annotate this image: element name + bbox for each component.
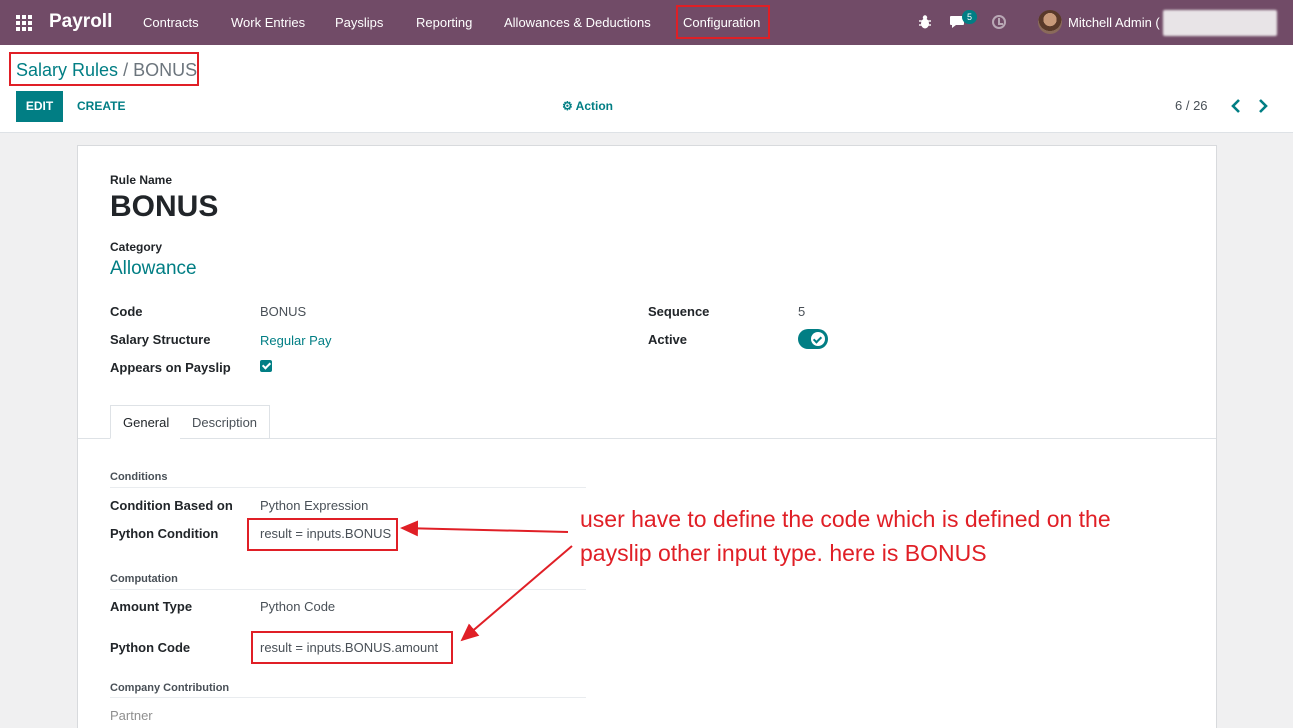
code-label: Code bbox=[110, 304, 143, 319]
create-button[interactable]: CREATE bbox=[77, 99, 125, 113]
company-contribution-heading: Company Contribution bbox=[110, 682, 230, 694]
section-divider bbox=[110, 487, 586, 488]
python-code-highlight-box bbox=[251, 631, 453, 664]
condition-based-value: Python Expression bbox=[260, 498, 369, 513]
active-label: Active bbox=[648, 332, 688, 347]
category-label: Category bbox=[110, 240, 163, 254]
amount-type-value: Python Code bbox=[260, 599, 336, 614]
partner-label: Partner bbox=[110, 708, 153, 723]
code-value: BONUS bbox=[260, 304, 307, 319]
message-count-badge: 5 bbox=[962, 10, 977, 24]
appears-on-payslip-checkbox[interactable] bbox=[260, 360, 272, 372]
action-label: Action bbox=[575, 99, 613, 113]
annotation-line-1: user have to define the code which is de… bbox=[580, 506, 1111, 532]
menu-allowances-deductions[interactable]: Allowances & Deductions bbox=[504, 15, 651, 30]
python-code-label: Python Code bbox=[110, 640, 191, 655]
app-brand[interactable]: Payroll bbox=[49, 11, 112, 33]
control-panel: Salary Rules / BONUS EDIT CREATE ⚙ Actio… bbox=[0, 45, 1293, 133]
sequence-value: 5 bbox=[798, 304, 806, 319]
computation-heading: Computation bbox=[110, 573, 178, 585]
menu-reporting[interactable]: Reporting bbox=[416, 15, 472, 30]
action-menu-button[interactable]: ⚙ Action bbox=[562, 99, 613, 113]
section-divider bbox=[110, 589, 586, 590]
pager-value[interactable]: 6 / 26 bbox=[1175, 98, 1208, 113]
conditions-heading: Conditions bbox=[110, 471, 168, 483]
chevron-right-icon[interactable] bbox=[1256, 98, 1270, 114]
python-condition-label: Python Condition bbox=[110, 526, 219, 541]
form-sheet: Rule Name BONUS Category Allowance Code … bbox=[77, 145, 1217, 728]
menu-payslips[interactable]: Payslips bbox=[335, 15, 383, 30]
top-navbar: Payroll Contracts Work Entries Payslips … bbox=[0, 0, 1293, 45]
python-condition-highlight-box bbox=[247, 518, 398, 551]
breadcrumb-salary-rules[interactable]: Salary Rules bbox=[16, 60, 118, 80]
rule-name-label: Rule Name bbox=[110, 173, 173, 187]
activity-clock-icon[interactable] bbox=[992, 15, 1006, 29]
amount-type-label: Amount Type bbox=[110, 599, 193, 614]
gear-icon: ⚙ bbox=[562, 99, 573, 113]
tab-description[interactable]: Description bbox=[180, 405, 271, 439]
appears-on-payslip-label: Appears on Payslip bbox=[110, 360, 231, 375]
breadcrumb-separator: / bbox=[123, 60, 129, 80]
active-toggle[interactable] bbox=[798, 329, 828, 349]
debug-bug-icon[interactable] bbox=[918, 14, 932, 30]
avatar[interactable] bbox=[1038, 10, 1062, 34]
salary-structure-value[interactable]: Regular Pay bbox=[260, 333, 332, 348]
section-divider bbox=[110, 697, 586, 698]
redacted-company-name bbox=[1163, 10, 1277, 36]
rule-name-value: BONUS bbox=[110, 190, 219, 223]
breadcrumb: Salary Rules / BONUS bbox=[16, 60, 197, 81]
breadcrumb-current: BONUS bbox=[133, 60, 198, 80]
configuration-highlight-box bbox=[676, 5, 770, 39]
salary-structure-label: Salary Structure bbox=[110, 332, 211, 347]
sequence-label: Sequence bbox=[648, 304, 710, 319]
condition-based-label: Condition Based on bbox=[110, 498, 233, 513]
tab-general[interactable]: General bbox=[110, 405, 183, 439]
chevron-left-icon[interactable] bbox=[1229, 98, 1243, 114]
apps-menu-icon[interactable] bbox=[16, 15, 32, 31]
annotation-line-2: payslip other input type. here is BONUS bbox=[580, 540, 987, 566]
menu-work-entries[interactable]: Work Entries bbox=[231, 15, 305, 30]
edit-button[interactable]: EDIT bbox=[16, 91, 63, 122]
user-name[interactable]: Mitchell Admin ( bbox=[1068, 15, 1160, 30]
category-value[interactable]: Allowance bbox=[110, 258, 197, 280]
menu-contracts[interactable]: Contracts bbox=[143, 15, 199, 30]
